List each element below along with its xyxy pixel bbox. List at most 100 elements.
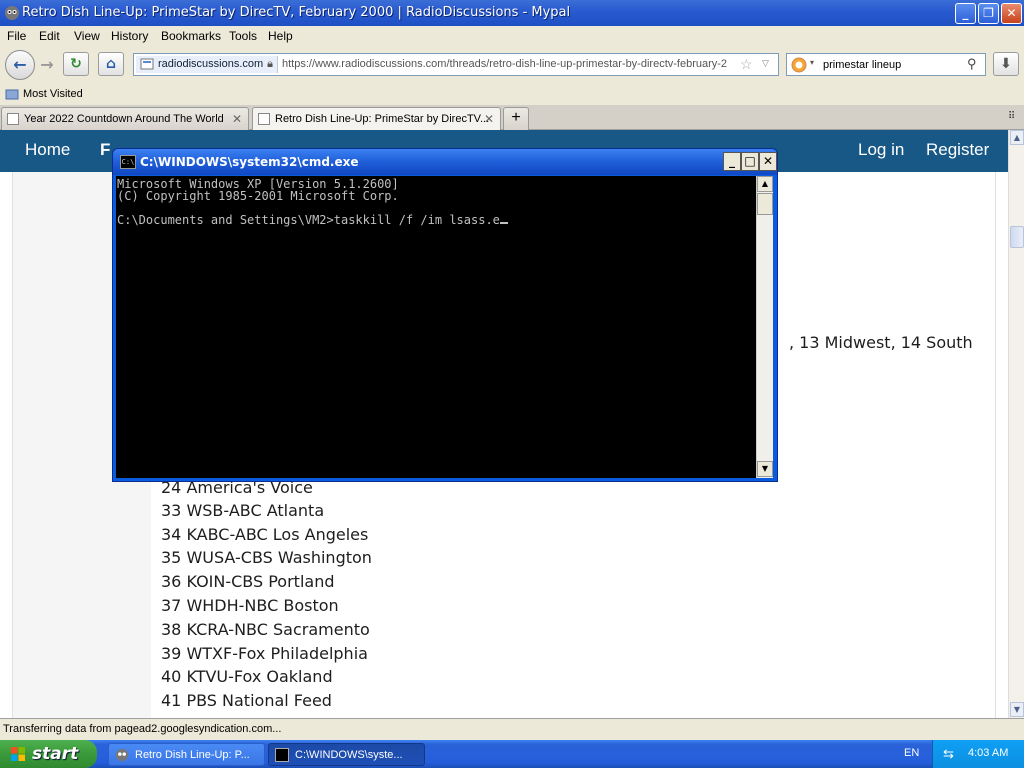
cmd-window[interactable]: C:\ C:\WINDOWS\system32\cmd.exe _ □ ✕ Mi…	[112, 148, 778, 482]
console-prompt-line: C:\Documents and Settings\VM2>taskkill /…	[117, 214, 755, 226]
search-icon[interactable]: ⚲	[967, 56, 977, 72]
search-engine-icon[interactable]	[791, 57, 807, 73]
clock[interactable]: 4:03 AM	[968, 747, 1008, 759]
search-input[interactable]: primestar lineup	[823, 59, 901, 71]
tab-close-icon[interactable]: ✕	[484, 112, 494, 126]
menu-history[interactable]: History	[111, 29, 148, 43]
home-button[interactable]: ⌂	[98, 52, 124, 76]
language-indicator[interactable]: EN	[904, 747, 919, 759]
tab-favicon-icon	[7, 113, 19, 125]
site-nav-home[interactable]: Home	[25, 140, 70, 160]
reload-icon: ↻	[70, 56, 82, 72]
menu-bar: File Edit View History Bookmarks Tools H…	[0, 26, 1024, 46]
window-title: Retro Dish Line-Up: PrimeStar by DirecTV…	[22, 5, 571, 20]
cmd-app-icon	[275, 748, 289, 762]
status-bar: Transferring data from pagead2.googlesyn…	[0, 718, 1024, 740]
mypal-logo-icon	[115, 748, 129, 762]
start-button[interactable]: start	[0, 740, 97, 768]
minimize-button[interactable]: _	[955, 3, 976, 24]
bookmark-folder-icon	[5, 89, 19, 100]
channel-line: 41 PBS National Feed	[161, 691, 332, 710]
menu-help[interactable]: Help	[268, 29, 293, 43]
channel-line: 39 WTXF-Fox Philadelphia	[161, 644, 368, 663]
lock-icon: 🔒︎	[267, 58, 273, 70]
system-tray: ⇆ 4:03 AM	[932, 740, 1024, 768]
site-nav-forums[interactable]: F	[100, 140, 110, 160]
channel-line: 38 KCRA-NBC Sacramento	[161, 620, 370, 639]
menu-edit[interactable]: Edit	[39, 29, 60, 43]
console-line: (C) Copyright 1985-2001 Microsoft Corp.	[117, 189, 399, 203]
back-arrow-icon: ←	[13, 55, 27, 74]
site-domain: radiodiscussions.com	[158, 58, 264, 70]
url-bar[interactable]: radiodiscussions.com 🔒︎ https://www.radi…	[133, 53, 779, 76]
channel-line: 33 WSB-ABC Atlanta	[161, 501, 325, 520]
most-visited-bookmark[interactable]: Most Visited	[23, 88, 83, 100]
page-scrollbar[interactable]: ▲ ▼	[1008, 130, 1024, 718]
menu-view[interactable]: View	[74, 29, 100, 43]
home-icon: ⌂	[105, 56, 117, 72]
tab-countdown[interactable]: Year 2022 Countdown Around The World ✕	[1, 107, 249, 130]
cmd-minimize-button[interactable]: _	[723, 152, 741, 171]
url-dropdown-icon[interactable]: ▽	[762, 58, 769, 69]
download-arrow-icon: ⬇	[1000, 56, 1012, 72]
back-button[interactable]: ←	[5, 50, 35, 80]
taskbar-item-browser[interactable]: Retro Dish Line-Up: P...	[108, 743, 265, 766]
login-link[interactable]: Log in	[858, 140, 904, 160]
bookmarks-toolbar: Most Visited	[0, 84, 1024, 105]
site-identity[interactable]: radiodiscussions.com 🔒︎	[136, 56, 278, 73]
channel-line: 40 KTVU-Fox Oakland	[161, 667, 333, 686]
browser-title-bar[interactable]: Retro Dish Line-Up: PrimeStar by DirecTV…	[0, 0, 1024, 26]
cmd-app-icon: C:\	[120, 155, 136, 169]
channel-line: 35 WUSA-CBS Washington	[161, 548, 372, 567]
cmd-scroll-up-icon[interactable]: ▲	[757, 176, 773, 192]
bookmark-star-icon[interactable]: ☆	[740, 56, 753, 73]
windows-logo-icon	[11, 747, 25, 761]
network-icon[interactable]: ⇆	[943, 746, 954, 762]
scroll-down-icon[interactable]: ▼	[1010, 702, 1024, 717]
forward-button[interactable]: →	[34, 53, 60, 79]
text-cursor	[499, 222, 508, 224]
forward-arrow-icon: →	[40, 55, 54, 74]
close-window-button[interactable]: ✕	[1001, 3, 1022, 24]
url-text: https://www.radiodiscussions.com/threads…	[282, 58, 728, 70]
menu-bookmarks[interactable]: Bookmarks	[161, 29, 221, 43]
status-text: Transferring data from pagead2.googlesyn…	[3, 723, 282, 735]
taskbar: start Retro Dish Line-Up: P... C:\WINDOW…	[0, 740, 1024, 768]
cmd-maximize-button[interactable]: □	[741, 152, 759, 171]
tab-retro-dish[interactable]: Retro Dish Line-Up: PrimeStar by DirecTV…	[252, 107, 501, 130]
register-link[interactable]: Register	[926, 140, 989, 160]
tab-favicon-icon	[258, 113, 270, 125]
channel-line: 34 KABC-ABC Los Angeles	[161, 525, 369, 544]
page-icon	[140, 58, 154, 70]
search-box[interactable]: ▾ primestar lineup ⚲	[786, 53, 986, 76]
scroll-thumb[interactable]	[1010, 226, 1024, 248]
menu-file[interactable]: File	[7, 29, 26, 43]
cmd-title-bar[interactable]: C:\ C:\WINDOWS\system32\cmd.exe _ □ ✕	[113, 149, 777, 175]
cmd-title: C:\WINDOWS\system32\cmd.exe	[140, 155, 359, 169]
tab-label: Year 2022 Countdown Around The World	[24, 113, 224, 125]
console-command: C:\Documents and Settings\VM2>taskkill /…	[117, 213, 500, 227]
channel-line: 36 KOIN-CBS Portland	[161, 572, 335, 591]
tab-strip: Year 2022 Countdown Around The World ✕ R…	[0, 105, 1024, 130]
menu-tools[interactable]: Tools	[229, 29, 257, 43]
mypal-logo-icon	[5, 6, 19, 20]
new-tab-button[interactable]: +	[503, 107, 529, 130]
cmd-scrollbar[interactable]: ▲ ▼	[756, 176, 773, 478]
taskbar-item-label: C:\WINDOWS\syste...	[295, 749, 403, 761]
reload-button[interactable]: ↻	[63, 52, 89, 76]
restore-button[interactable]: ❐	[978, 3, 999, 24]
tab-close-icon[interactable]: ✕	[232, 112, 242, 126]
scroll-up-icon[interactable]: ▲	[1010, 130, 1024, 145]
cmd-close-button[interactable]: ✕	[759, 152, 777, 171]
cmd-scroll-down-icon[interactable]: ▼	[757, 461, 773, 477]
tab-list-icon[interactable]: ⠿	[1008, 111, 1015, 122]
taskbar-item-cmd[interactable]: C:\WINDOWS\syste...	[268, 743, 425, 766]
taskbar-item-label: Retro Dish Line-Up: P...	[135, 749, 250, 761]
cmd-console[interactable]: Microsoft Windows XP [Version 5.1.2600](…	[116, 176, 756, 478]
cmd-scroll-thumb[interactable]	[757, 193, 773, 215]
search-engine-dropdown-icon[interactable]: ▾	[810, 58, 814, 67]
plus-icon: +	[511, 109, 521, 126]
channel-line: 37 WHDH-NBC Boston	[161, 596, 339, 615]
tab-label: Retro Dish Line-Up: PrimeStar by DirecTV…	[275, 113, 490, 125]
downloads-button[interactable]: ⬇	[993, 52, 1019, 76]
